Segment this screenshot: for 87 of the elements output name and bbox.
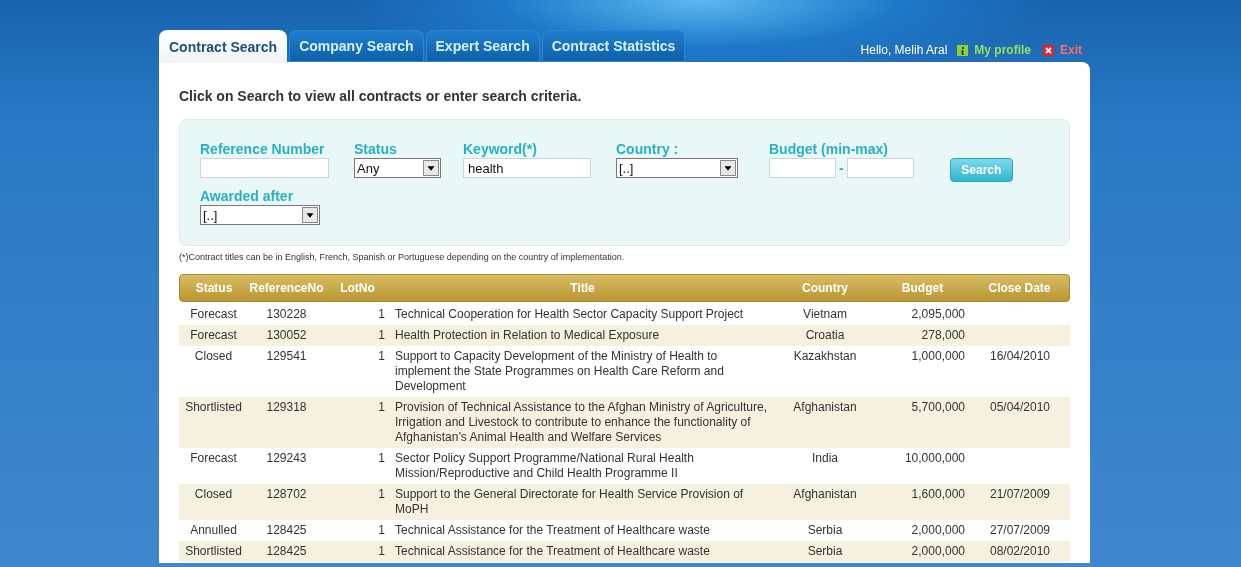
text-field[interactable]: health — [463, 158, 591, 178]
column-header: Close Date — [987, 281, 1052, 295]
footnote: (*)Contract titles can be in English, French, Spanish or Portuguese depending on the country of implementation. — [179, 252, 626, 262]
table-cell-text: 10,000,000 — [903, 451, 966, 467]
table-cell-text: 21/07/2009 — [988, 487, 1052, 503]
table-cell-text: 27/07/2009 — [988, 523, 1052, 538]
table-cell-text: Vietnam — [802, 307, 848, 322]
max-field[interactable] — [846, 158, 914, 178]
table-row[interactable] — [179, 397, 1070, 448]
dropdown[interactable]: [..] — [616, 158, 738, 178]
table-cell-text: 129541 — [265, 349, 308, 365]
table-cell-text: Support to the General Directorate for Health Service Provision of MoPH — [394, 487, 745, 517]
min-field[interactable] — [769, 158, 836, 178]
dropdown[interactable]: Any — [354, 158, 441, 178]
table-cell-text: 16/04/2010 — [988, 349, 1052, 365]
table-cell-text: 1 — [377, 523, 386, 538]
table-cell-text: Kazakhstan — [792, 349, 858, 365]
table-cell-text: Croatia — [804, 328, 846, 343]
column-header: Budget — [900, 281, 945, 295]
table-cell-text: Sector Policy Support Programme/National Rural Health Mission/Reproductive and Child Health Programme II — [394, 451, 695, 481]
table-cell-text: 1,000,000 — [910, 349, 966, 365]
tab[interactable]: Expert Search — [425, 30, 540, 62]
table-cell-text: 05/04/2010 — [988, 400, 1052, 416]
table-cell-text: Closed — [193, 487, 234, 503]
table-cell-text: Technical Assistance for the Treatment of Healthcare waste — [394, 544, 711, 559]
table-cell-text: Shortlisted — [184, 400, 243, 416]
table-cell-text: Serbia — [806, 523, 844, 538]
table-cell-text: 1 — [377, 451, 386, 467]
table-cell-text: 128702 — [265, 487, 308, 503]
table-cell-text: Support to Capacity Development of the Ministry of Health to implement the State Programmes on Health Care Reform and Development — [394, 349, 725, 394]
field-label: Keyword(*) — [463, 141, 538, 158]
column-header: LotNo — [339, 281, 376, 295]
tab[interactable]: Contract Search — [159, 30, 288, 63]
table-cell-text: Forecast — [189, 451, 238, 467]
table-cell-text: 129318 — [265, 400, 308, 416]
close-icon — [1043, 44, 1054, 56]
greeting: Hello, Melih Aral — [860, 43, 948, 57]
info-icon — [957, 44, 969, 56]
table-cell-text: Afghanistan — [792, 400, 858, 416]
table-row[interactable]: Closed 128702 1 Support to the General Directorate for Health Service Provision of MoPH Afghanistan 1,600,000 21/07/2009 — [179, 484, 1070, 520]
table-cell-text: 128425 — [265, 523, 308, 538]
column-header: Status — [194, 281, 234, 295]
table-cell-text: 128425 — [265, 544, 308, 559]
table-row[interactable]: Shortlisted 128425 1 Technical Assistance for the Treatment of Healthcare waste Serbia 2,000,000 08/02/2010 — [179, 541, 1070, 562]
table-cell-text: 1 — [377, 544, 386, 559]
field-label: Budget (min-max) — [769, 141, 889, 158]
dropdown[interactable]: [..] — [200, 205, 320, 225]
table-cell-text: 129243 — [265, 451, 308, 467]
column-header: Title — [569, 281, 596, 295]
table-cell-text: 1 — [377, 328, 386, 343]
column-header: Country — [801, 281, 849, 295]
table-cell-text: Serbia — [806, 544, 844, 559]
page-heading: Click on Search to view all contracts or enter search criteria. — [179, 88, 583, 104]
range-dash: - — [839, 160, 844, 176]
table-cell-text: Technical Cooperation for Health Sector Capacity Support Project — [394, 307, 745, 322]
table-cell-text: Afghanistan — [792, 487, 858, 503]
table-cell-text: Annulled — [189, 523, 238, 538]
table-cell-text: Health Protection in Relation to Medical Exposure — [394, 328, 661, 343]
field-label: Country : — [616, 141, 680, 158]
table-cell-text: 1,600,000 — [910, 487, 966, 503]
table-cell-text: 08/02/2010 — [988, 544, 1052, 559]
field-label: Awarded after — [200, 188, 295, 205]
table-cell-text: 5,700,000 — [910, 400, 966, 416]
table-cell-text: India — [811, 451, 839, 467]
table-cell-text: 130228 — [265, 307, 308, 322]
table-cell-text: 1 — [377, 487, 386, 503]
table-cell-text: Closed — [193, 349, 234, 365]
column-header: ReferenceNo — [248, 281, 325, 295]
table-cell-text: 1 — [377, 307, 386, 322]
text-field[interactable] — [200, 158, 329, 178]
table-cell-text: Technical Assistance for the Treatment of Healthcare waste — [394, 523, 711, 538]
tab[interactable]: Contract Statistics — [541, 30, 686, 62]
tab[interactable]: Company Search — [289, 30, 424, 62]
field-label: Status — [354, 141, 398, 158]
table-cell-text: 2,000,000 — [910, 523, 966, 538]
table-row[interactable]: Forecast 130052 1 Health Protection in Relation to Medical Exposure Croatia 278,000 — [179, 325, 1070, 346]
table-cell-text: 278,000 — [920, 328, 966, 343]
table-cell-text: 130052 — [265, 328, 308, 343]
table-cell-text: Forecast — [189, 307, 238, 322]
table-cell-text: 1 — [377, 400, 386, 416]
table-cell-text: 2,000,000 — [910, 544, 966, 559]
table-cell-text: 1 — [377, 349, 386, 365]
table-cell-text: Shortlisted — [184, 544, 243, 559]
field-label: Reference Number — [200, 141, 326, 158]
table-cell-text: Forecast — [189, 328, 238, 343]
table-cell-text: Provision of Technical Assistance to the Afghan Ministry of Agriculture, Irrigation and Livestock to contribute to enhance the functionality of Afghanistan’s Animal Health and Welfare Services — [394, 400, 768, 445]
table-cell-text: 2,095,000 — [910, 307, 966, 322]
